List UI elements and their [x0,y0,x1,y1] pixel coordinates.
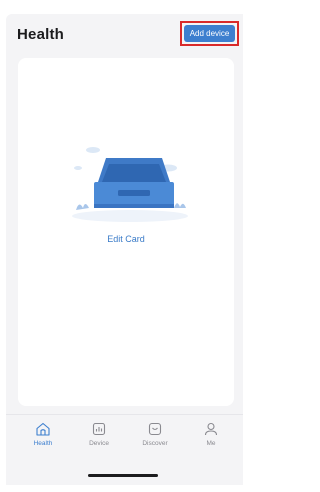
tab-health[interactable]: Health [18,421,68,461]
device-icon [92,422,106,436]
tab-discover-label: Discover [142,440,168,447]
empty-tray-icon [72,147,188,222]
tab-device[interactable]: Device [74,421,124,461]
tab-health-label: Health [33,440,53,447]
edit-card-link[interactable]: Edit Card [18,234,234,244]
add-device-button[interactable]: Add device [184,25,235,42]
health-card: Edit Card [18,58,234,406]
page-title: Health [17,26,65,43]
tab-me[interactable]: Me [186,421,236,461]
tab-me-label: Me [206,440,216,447]
app-screen: Health Add device Edit Card Health Devic… [0,0,243,492]
home-indicator[interactable] [88,474,158,477]
tab-discover[interactable]: Discover [130,421,180,461]
tab-device-label: Device [89,440,109,447]
discover-icon [148,422,162,436]
header: Health Add device [6,20,243,52]
person-icon [204,422,218,436]
home-icon [36,422,50,436]
